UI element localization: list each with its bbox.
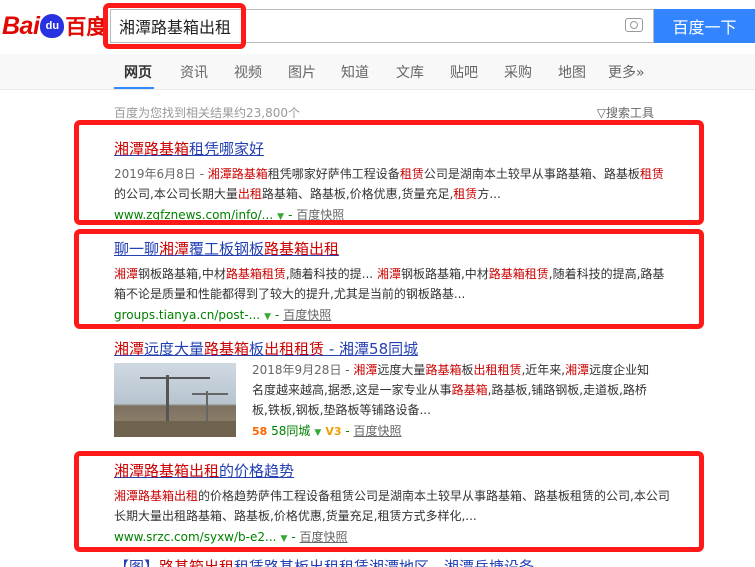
- search-result-3-body: 2018年9月28日 - 湘潭远度大量路基箱板出租租赁,近年来,湘潭远度企业知名…: [252, 360, 652, 439]
- paw-icon: du: [40, 14, 65, 38]
- tab-bar: 网页 资讯 视频 图片 知道 文库 贴吧 采购 地图 更多»: [0, 54, 755, 90]
- tab-tieba[interactable]: 贴吧: [450, 62, 478, 82]
- next-result-title-cut[interactable]: 【图】路基箱出租租赁路基板出租租赁湘潭地区 - 湘潭岳塘设备: [114, 556, 534, 567]
- crane-arm-shape: [140, 377, 210, 379]
- tab-video[interactable]: 视频: [234, 62, 262, 82]
- camera-icon[interactable]: [625, 18, 643, 32]
- tab-news[interactable]: 资讯: [180, 62, 208, 82]
- crane-shape: [166, 375, 169, 423]
- result-count: 百度为您找到相关结果约23,800个: [114, 106, 300, 120]
- crane-arm-shape-2: [192, 393, 228, 395]
- result-2-annotation-box: [74, 229, 704, 329]
- dropdown-arrow-icon[interactable]: ▼: [314, 428, 321, 438]
- result-meta: 百度为您找到相关结果约23,800个 ▽搜索工具: [114, 104, 654, 121]
- tab-map[interactable]: 地图: [558, 62, 586, 82]
- vip-badge-icon[interactable]: V3: [325, 425, 341, 438]
- result-title[interactable]: 湘潭远度大量路基箱板出租租赁 - 湘潭58同城: [114, 338, 674, 359]
- result-thumbnail[interactable]: [114, 363, 236, 437]
- result-4-annotation-box: [74, 451, 704, 552]
- logo-bai-text: Bai: [2, 11, 40, 40]
- 58-logo-icon: 58: [252, 425, 268, 438]
- tab-zhidao[interactable]: 知道: [341, 62, 369, 82]
- tab-more[interactable]: 更多»: [608, 62, 645, 82]
- tab-caigou[interactable]: 采购: [504, 62, 532, 82]
- search-annotation-box: [103, 3, 246, 49]
- snapshot-link[interactable]: 百度快照: [353, 424, 401, 438]
- search-result-3: 湘潭远度大量路基箱板出租租赁 - 湘潭58同城: [114, 338, 674, 359]
- result-site[interactable]: 58同城: [271, 424, 310, 438]
- logo-cn-text: 百度: [65, 15, 108, 39]
- result-url-row: 58 58同城 ▼ V3 - 百度快照: [252, 424, 402, 438]
- result-abstract: 2018年9月28日 - 湘潭远度大量路基箱板出租租赁,近年来,湘潭远度企业知名…: [252, 363, 650, 417]
- active-tab-indicator: [114, 87, 154, 89]
- tab-images[interactable]: 图片: [288, 62, 316, 82]
- ground-shape: [114, 421, 236, 437]
- baidu-logo[interactable]: Bai du 百度: [2, 8, 107, 44]
- search-tools[interactable]: ▽搜索工具: [597, 104, 654, 121]
- tab-wenku[interactable]: 文库: [396, 62, 424, 82]
- result-1-annotation-box: [74, 120, 704, 225]
- crane-shape-2: [206, 391, 208, 421]
- tab-web[interactable]: 网页: [124, 62, 152, 82]
- search-button[interactable]: 百度一下: [654, 9, 755, 43]
